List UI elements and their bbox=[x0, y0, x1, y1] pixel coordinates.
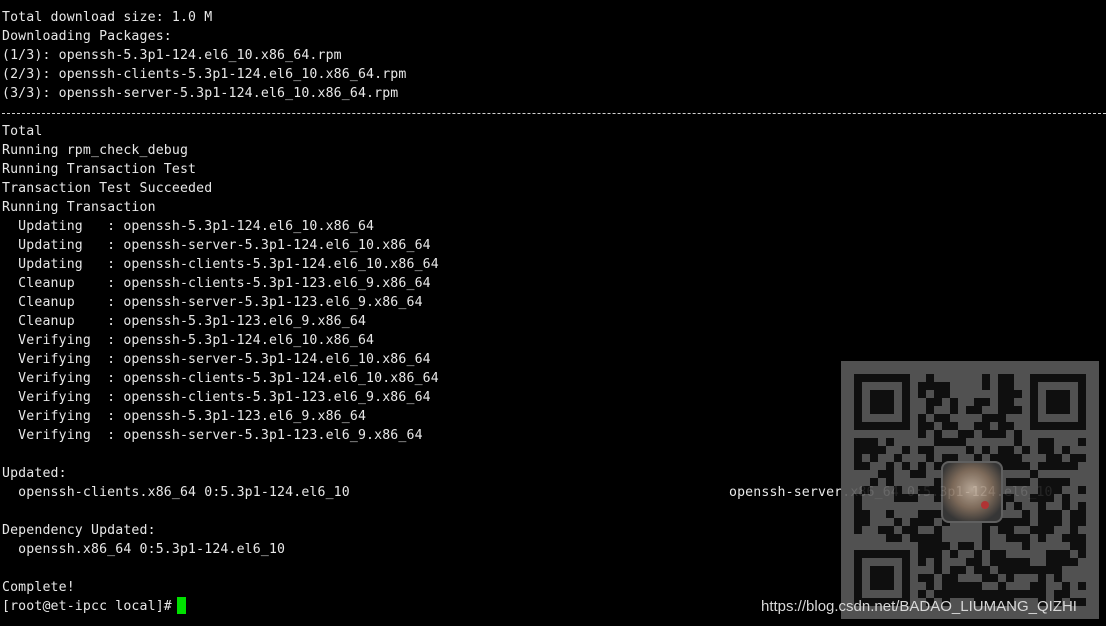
terminal-line: Verifying : openssh-clients-5.3p1-124.el… bbox=[2, 371, 439, 386]
terminal-line: Cleanup : openssh-clients-5.3p1-123.el6_… bbox=[2, 276, 431, 291]
terminal-line: Verifying : openssh-5.3p1-124.el6_10.x86… bbox=[2, 333, 375, 348]
terminal-line: Cleanup : openssh-5.3p1-123.el6_9.x86_64 bbox=[2, 314, 367, 329]
terminal-line: Downloading Packages: bbox=[2, 29, 172, 44]
terminal-line: Running Transaction bbox=[2, 200, 156, 215]
terminal-line: Updating : openssh-clients-5.3p1-124.el6… bbox=[2, 257, 439, 272]
terminal-line: Verifying : openssh-server-5.3p1-124.el6… bbox=[2, 352, 431, 367]
terminal-line: Transaction Test Succeeded bbox=[2, 181, 213, 196]
terminal-line: Updated: bbox=[2, 466, 67, 481]
terminal-line: Running Transaction Test bbox=[2, 162, 197, 177]
terminal-line: Updating : openssh-server-5.3p1-124.el6_… bbox=[2, 238, 431, 253]
shell-prompt[interactable]: [root@et-ipcc local]# bbox=[2, 597, 180, 616]
terminal-cursor bbox=[177, 597, 186, 614]
terminal-line: Verifying : openssh-server-5.3p1-123.el6… bbox=[2, 428, 423, 443]
terminal-line: Verifying : openssh-clients-5.3p1-123.el… bbox=[2, 390, 431, 405]
terminal-line: Updating : openssh-5.3p1-124.el6_10.x86_… bbox=[2, 219, 375, 234]
terminal-line: Total bbox=[2, 124, 43, 139]
terminal-line: openssh-clients.x86_64 0:5.3p1-124.el6_1… bbox=[2, 485, 350, 500]
terminal-line: Verifying : openssh-5.3p1-123.el6_9.x86_… bbox=[2, 409, 367, 424]
watermark-url: https://blog.csdn.net/BADAO_LIUMANG_QIZH… bbox=[761, 598, 1077, 615]
terminal-line: Complete! bbox=[2, 580, 75, 595]
qr-code-icon bbox=[841, 361, 1099, 619]
terminal-line: Total download size: 1.0 M bbox=[2, 10, 213, 25]
terminal-line: Dependency Updated: bbox=[2, 523, 156, 538]
terminal-line: Running rpm_check_debug bbox=[2, 143, 189, 158]
terminal-line: Cleanup : openssh-server-5.3p1-123.el6_9… bbox=[2, 295, 423, 310]
terminal-line: (1/3): openssh-5.3p1-124.el6_10.x86_64.r… bbox=[2, 48, 342, 63]
terminal-line: openssh.x86_64 0:5.3p1-124.el6_10 bbox=[2, 542, 286, 557]
avatar bbox=[941, 461, 1003, 523]
terminal-window[interactable]: Total download size: 1.0 M Downloading P… bbox=[0, 0, 1106, 626]
terminal-line: (2/3): openssh-clients-5.3p1-124.el6_10.… bbox=[2, 67, 407, 82]
separator-line bbox=[2, 113, 1106, 114]
terminal-line: (3/3): openssh-server-5.3p1-124.el6_10.x… bbox=[2, 86, 399, 101]
